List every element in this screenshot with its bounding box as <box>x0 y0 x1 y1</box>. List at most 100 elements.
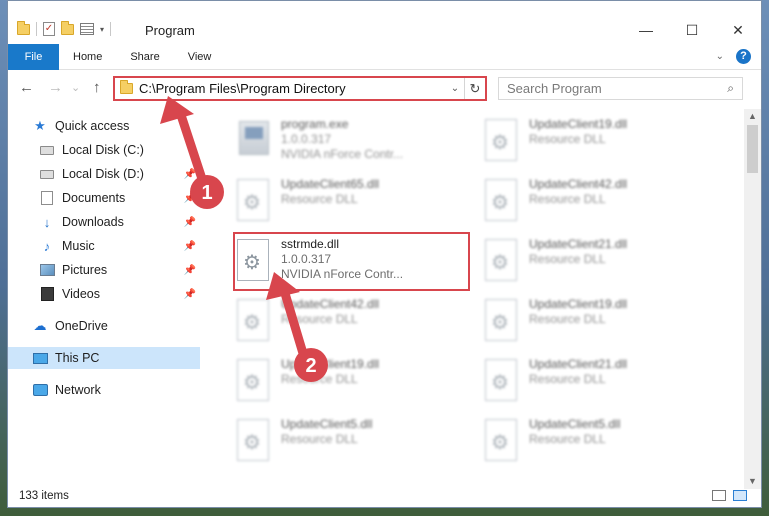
search-box[interactable]: ⌕ <box>498 77 743 100</box>
file-item-dll[interactable]: UpdateClient19.dll Resource DLL <box>233 355 463 411</box>
tab-share[interactable]: Share <box>116 44 173 70</box>
pin-icon[interactable]: 📌 <box>184 169 196 180</box>
vertical-scrollbar[interactable]: ▲ ▼ <box>744 109 761 489</box>
file-item-dll[interactable]: UpdateClient5.dll Resource DLL <box>481 415 711 471</box>
file-item-dll[interactable]: UpdateClient42.dll Resource DLL <box>233 295 463 351</box>
file-description: NVIDIA nForce Contr... <box>281 147 404 161</box>
sidebar-item-network[interactable]: Network <box>8 379 200 401</box>
forward-arrow-icon[interactable]: → <box>48 79 63 96</box>
file-item-dll[interactable]: UpdateClient19.dll Resource DLL <box>481 115 711 171</box>
maximize-button[interactable]: ☐ <box>669 18 715 42</box>
sidebar-item-downloads[interactable]: ↓ Downloads 📌 <box>8 211 200 233</box>
sidebar-item-label: Local Disk (D:) <box>62 167 144 181</box>
file-highlight-box <box>233 232 470 291</box>
sidebar-item-label: Local Disk (C:) <box>62 143 144 157</box>
address-dropdown-icon[interactable]: ⌄ <box>446 83 464 94</box>
exe-file-icon <box>235 119 271 163</box>
pin-icon[interactable]: 📌 <box>184 289 196 300</box>
file-explorer-window: ✓ ▾ Program — ☐ ✕ File Home Share View ⌄… <box>7 0 762 508</box>
file-item-dll[interactable]: UpdateClient21.dll Resource DLL <box>481 235 711 291</box>
sidebar-item-label: Music <box>62 239 95 253</box>
large-icons-view-icon[interactable] <box>733 490 747 501</box>
file-name: UpdateClient19.dll <box>281 357 380 371</box>
ribbon-right-controls: ⌄ ? <box>716 49 761 64</box>
search-icon[interactable]: ⌕ <box>727 81 734 96</box>
title-bar: ✓ ▾ Program — ☐ ✕ <box>8 1 761 39</box>
sidebar-item-label: Network <box>55 383 101 397</box>
expand-ribbon-chevron-icon[interactable]: ⌄ <box>716 51 724 62</box>
computer-icon <box>32 351 48 365</box>
sidebar-item-onedrive[interactable]: ☁ OneDrive <box>8 315 200 337</box>
address-path[interactable]: C:\Program Files\Program Directory <box>139 81 446 96</box>
up-arrow-icon[interactable]: ↑ <box>93 79 101 96</box>
pictures-icon <box>39 263 55 277</box>
status-bar: 133 items <box>8 485 761 507</box>
file-type: Resource DLL <box>529 192 606 206</box>
sidebar-item-pictures[interactable]: Pictures 📌 <box>8 259 200 281</box>
file-name: UpdateClient5.dll <box>281 417 373 431</box>
file-name: program.exe <box>281 117 349 131</box>
file-item-dll[interactable]: UpdateClient19.dll Resource DLL <box>481 295 711 351</box>
sidebar-item-label: Quick access <box>55 119 130 133</box>
sidebar-item-local-disk-c[interactable]: Local Disk (C:) <box>8 139 200 161</box>
recent-locations-dropdown-icon[interactable]: ⌄ <box>71 81 80 94</box>
file-name: UpdateClient19.dll <box>529 297 628 311</box>
toolbar-divider <box>110 22 112 36</box>
pin-icon[interactable]: 📌 <box>184 241 196 252</box>
tab-home[interactable]: Home <box>59 44 116 70</box>
scrollbar-thumb[interactable] <box>747 125 758 173</box>
minimize-button[interactable]: — <box>623 18 669 42</box>
file-item-program-exe[interactable]: program.exe 1.0.0.317 NVIDIA nForce Cont… <box>233 115 463 171</box>
sidebar-item-videos[interactable]: Videos 📌 <box>8 283 200 305</box>
file-item-dll[interactable]: UpdateClient21.dll Resource DLL <box>481 355 711 411</box>
dll-file-icon <box>235 359 271 403</box>
toolbar-divider <box>36 22 37 36</box>
ribbon-tabs: File Home Share View ⌄ ? <box>8 43 761 70</box>
tab-file[interactable]: File <box>8 43 59 70</box>
file-item-dll[interactable]: UpdateClient5.dll Resource DLL <box>233 415 463 471</box>
sidebar-item-this-pc[interactable]: This PC <box>8 347 200 369</box>
properties-check-icon[interactable]: ✓ <box>43 22 55 36</box>
item-count: 133 items <box>19 490 69 502</box>
file-type: Resource DLL <box>529 432 606 446</box>
details-view-icon[interactable] <box>712 490 726 501</box>
sidebar-item-documents[interactable]: Documents 📌 <box>8 187 200 209</box>
sidebar-item-label: Downloads <box>62 215 124 229</box>
file-name: UpdateClient5.dll <box>529 417 621 431</box>
documents-icon <box>39 191 55 205</box>
dll-file-icon <box>483 239 519 283</box>
dll-file-icon <box>483 419 519 463</box>
properties-icon[interactable] <box>80 23 94 35</box>
file-item-dll[interactable]: UpdateClient65.dll Resource DLL <box>233 175 463 231</box>
drive-icon <box>39 143 55 157</box>
file-type: Resource DLL <box>529 252 606 266</box>
sidebar-item-label: OneDrive <box>55 319 108 333</box>
customize-toolbar-dropdown-icon[interactable]: ▾ <box>100 25 104 34</box>
sidebar-item-quick-access[interactable]: ★ Quick access <box>8 115 200 137</box>
file-type: Resource DLL <box>529 372 606 386</box>
new-folder-icon[interactable] <box>61 20 74 35</box>
star-icon: ★ <box>34 118 46 133</box>
pin-icon[interactable]: 📌 <box>184 193 196 204</box>
dll-file-icon <box>483 299 519 343</box>
cloud-icon: ☁ <box>33 318 47 333</box>
search-input[interactable] <box>507 81 728 96</box>
file-list: program.exe 1.0.0.317 NVIDIA nForce Cont… <box>208 111 738 481</box>
sidebar-item-music[interactable]: ♪ Music 📌 <box>8 235 200 257</box>
navigation-pane: ★ Quick access Local Disk (C:) Local Dis… <box>8 111 200 481</box>
pin-icon[interactable]: 📌 <box>184 217 196 228</box>
file-item-dll[interactable]: UpdateClient42.dll Resource DLL <box>481 175 711 231</box>
scroll-up-arrow-icon[interactable]: ▲ <box>744 109 761 124</box>
address-bar[interactable]: C:\Program Files\Program Directory ⌄ ↻ <box>113 76 487 101</box>
tab-view[interactable]: View <box>174 44 226 70</box>
help-icon[interactable]: ? <box>736 49 751 64</box>
close-button[interactable]: ✕ <box>715 18 761 42</box>
back-arrow-icon[interactable]: ← <box>19 79 34 96</box>
sidebar-item-local-disk-d[interactable]: Local Disk (D:) 📌 <box>8 163 200 185</box>
view-toggle <box>712 490 747 501</box>
refresh-icon[interactable]: ↻ <box>464 78 485 99</box>
sidebar-item-label: This PC <box>55 351 100 365</box>
file-name: UpdateClient42.dll <box>529 177 628 191</box>
pin-icon[interactable]: 📌 <box>184 265 196 276</box>
drive-icon <box>39 167 55 181</box>
